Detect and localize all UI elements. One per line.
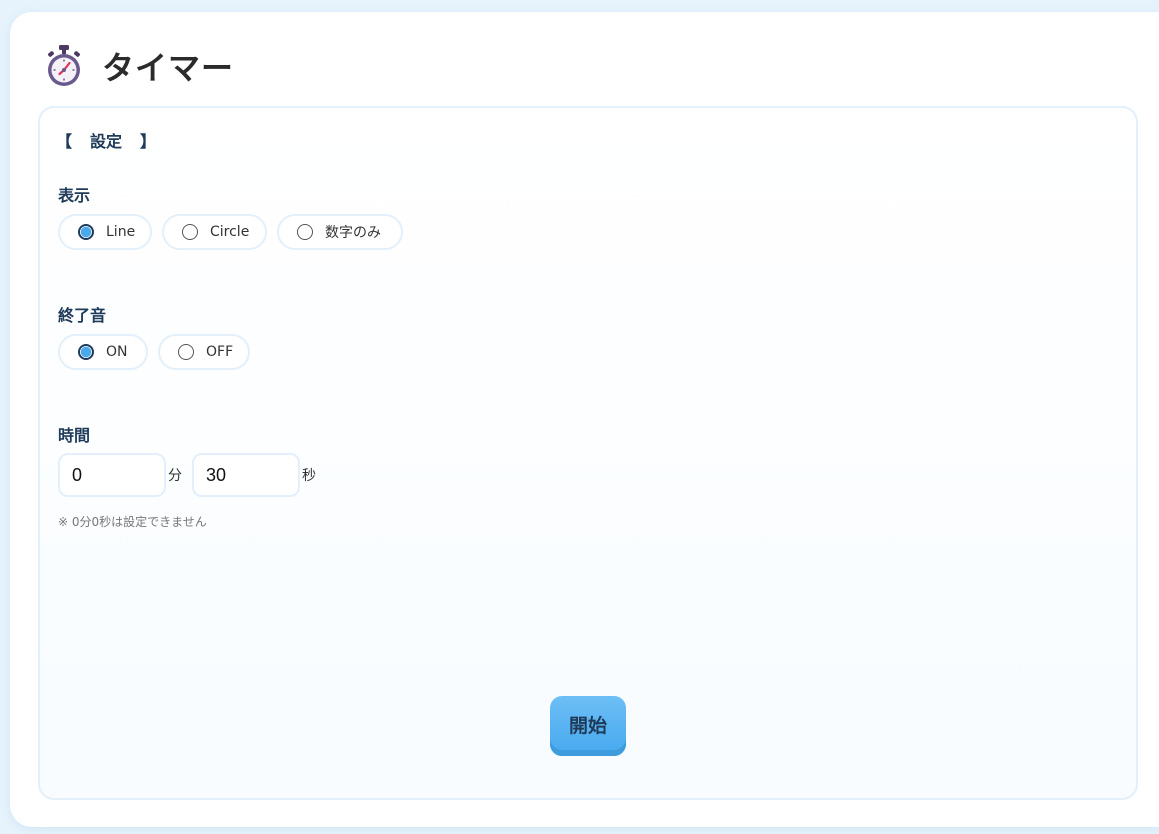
end-sound-option-on[interactable]: ON: [58, 334, 148, 370]
settings-title: 設定: [90, 132, 123, 151]
settings-panel: 【 設定 】 表示 Line Circle 数字のみ 終了音 ON OFF 時間…: [38, 106, 1138, 800]
display-option-line[interactable]: Line: [58, 214, 152, 250]
time-label: 時間: [58, 426, 91, 445]
display-option-line-label: Line: [106, 224, 136, 240]
end-sound-option-off[interactable]: OFF: [158, 334, 250, 370]
settings-heading: 【 設定 】: [56, 128, 156, 152]
time-inputs: 分 秒: [58, 453, 326, 497]
stopwatch-icon: [48, 45, 80, 86]
seconds-unit: 秒: [302, 468, 316, 484]
start-button[interactable]: 開始: [550, 696, 626, 756]
timer-card: タイマー 【 設定 】 表示 Line Circle 数字のみ 終了音 ON O…: [10, 12, 1159, 827]
radio-digits-only[interactable]: [297, 224, 313, 240]
display-option-digits-only-label: 数字のみ: [325, 225, 381, 241]
display-option-circle[interactable]: Circle: [162, 214, 267, 250]
display-option-circle-label: Circle: [210, 224, 250, 240]
display-label: 表示: [58, 186, 91, 205]
app-header: タイマー: [44, 44, 234, 88]
radio-off[interactable]: [178, 344, 194, 360]
bracket-open: 【: [56, 132, 73, 151]
minutes-unit: 分: [168, 468, 182, 484]
radio-line[interactable]: [78, 224, 94, 240]
radio-on[interactable]: [78, 344, 94, 360]
end-sound-options: ON OFF: [58, 334, 250, 370]
end-sound-option-on-label: ON: [106, 344, 128, 360]
seconds-input[interactable]: [192, 453, 300, 497]
radio-circle[interactable]: [182, 224, 198, 240]
display-option-digits-only[interactable]: 数字のみ: [277, 214, 403, 250]
end-sound-label: 終了音: [58, 306, 107, 325]
minutes-input[interactable]: [58, 453, 166, 497]
time-note: ※ 0分0秒は設定できません: [58, 515, 207, 529]
display-options: Line Circle 数字のみ: [58, 214, 403, 250]
app-title: タイマー: [102, 49, 235, 87]
end-sound-option-off-label: OFF: [206, 344, 234, 360]
bracket-close: 】: [140, 132, 157, 151]
